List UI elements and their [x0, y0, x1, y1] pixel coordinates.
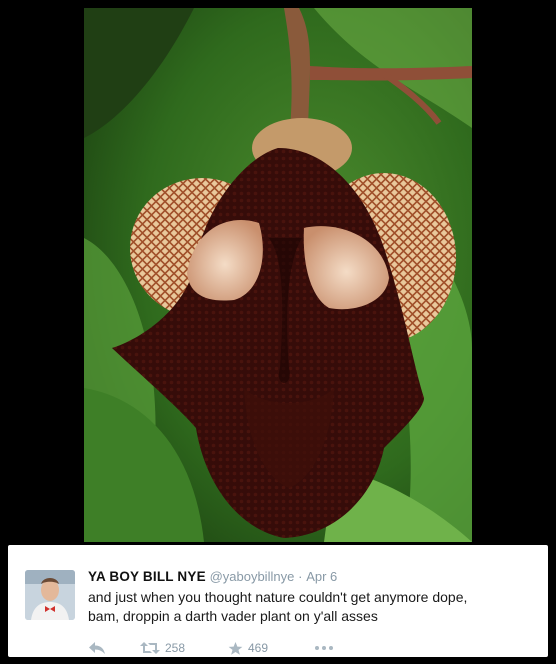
more-icon	[314, 645, 334, 651]
reply-button[interactable]	[88, 641, 140, 655]
display-name[interactable]: YA BOY BILL NYE	[88, 569, 206, 584]
tweet-header: YA BOY BILL NYE @yaboybillnye · Apr 6	[88, 569, 337, 584]
favorite-button[interactable]: 469	[228, 641, 314, 656]
user-handle[interactable]: @yaboybillnye	[210, 569, 295, 584]
retweet-count: 258	[165, 641, 186, 655]
tweet-card: YA BOY BILL NYE @yaboybillnye · Apr 6 an…	[8, 545, 548, 657]
tweet-text: and just when you thought nature couldn'…	[88, 588, 518, 626]
favorite-count: 469	[248, 641, 269, 655]
separator-dot: ·	[298, 569, 303, 584]
tweet-text-line-2: bam, droppin a darth vader plant on y'al…	[88, 608, 378, 624]
more-button[interactable]	[314, 645, 334, 651]
retweet-button[interactable]: 258	[140, 641, 228, 655]
reply-icon	[88, 641, 106, 655]
tweet-actions: 258 469	[88, 640, 334, 656]
retweet-icon	[140, 641, 160, 655]
tweet-text-line-1: and just when you thought nature couldn'…	[88, 589, 468, 605]
favorite-icon	[228, 641, 243, 656]
darth-vader-plant-photo	[84, 8, 472, 542]
avatar[interactable]	[25, 570, 75, 620]
tweet-date[interactable]: Apr 6	[306, 569, 337, 584]
